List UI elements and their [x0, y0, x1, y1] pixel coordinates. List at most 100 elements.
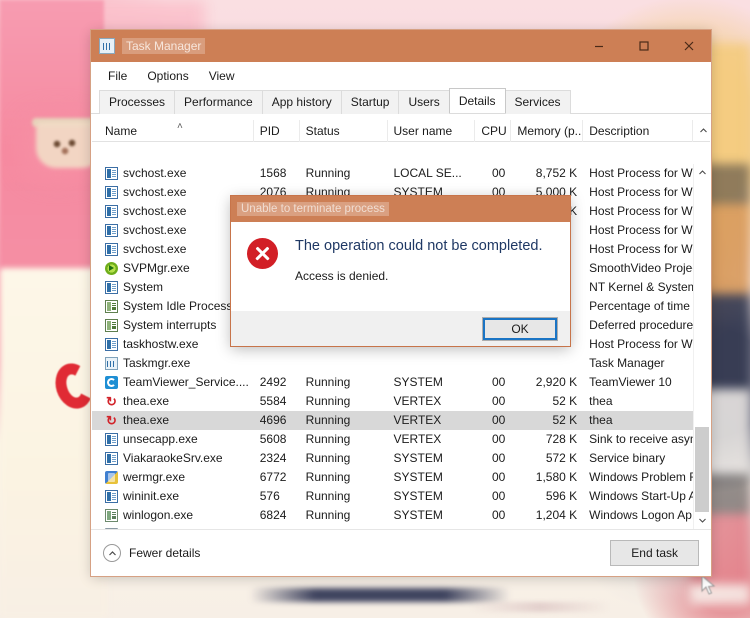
dialog-message: The operation could not be completed.: [295, 238, 543, 254]
table-row[interactable]: svchost.exe 1568 Running LOCAL SE... 00 8,752…: [92, 164, 693, 183]
row-cpu-cell: 00: [491, 432, 506, 446]
menu-item-file[interactable]: File: [99, 66, 136, 86]
teamviewer-icon: [105, 376, 118, 389]
table-row[interactable]: ↻ thea.exe 5584 Running VERTEX 00 52 K thea: [92, 392, 693, 411]
scrollbar-track[interactable]: [694, 181, 710, 534]
maximize-button[interactable]: [621, 30, 666, 61]
row-memory-cell: 596 K: [545, 489, 578, 503]
column-header-status[interactable]: Status: [300, 119, 388, 142]
row-cpu-cell: 00: [491, 451, 506, 465]
row-memory-cell: 8,752 K: [535, 166, 578, 180]
row-cpu-cell: 00: [491, 470, 506, 484]
tab-performance[interactable]: Performance: [174, 90, 263, 114]
tab-processes[interactable]: Processes: [99, 90, 176, 114]
table-row[interactable]: ↻ thea.exe 4696 Running VERTEX 00 52 K thea: [92, 411, 693, 430]
column-header-name-label: Name: [105, 123, 138, 138]
row-memory-cell: 1,580 K: [535, 470, 578, 484]
thea-icon: ↻: [106, 413, 117, 428]
close-button[interactable]: [666, 30, 711, 61]
taskmanager-icon: [99, 38, 115, 54]
row-name-label: Taskmgr.exe: [123, 356, 191, 370]
row-status-cell: Running: [305, 489, 351, 503]
header-scroll-spacer: [693, 120, 710, 142]
tab-details[interactable]: Details: [448, 88, 506, 113]
row-pid-cell: 2492: [259, 375, 287, 389]
dialog-footer: OK: [231, 311, 570, 346]
row-description-cell: Service binary: [589, 451, 666, 465]
tab-strip: Processes Performance App history Startu…: [91, 88, 711, 114]
table-row[interactable]: unsecapp.exe 5608 Running VERTEX 00 728 K Sink…: [92, 430, 693, 449]
svchost-icon: [105, 205, 118, 218]
tab-users[interactable]: Users: [398, 90, 450, 114]
scroll-up-button[interactable]: [694, 164, 711, 181]
table-row[interactable]: TeamViewer_Service.... 2492 Running SYSTEM 0…: [92, 373, 693, 392]
row-name-cell: ↻ thea.exe: [99, 392, 254, 411]
row-description-cell: Host Process for Wi...: [589, 185, 693, 199]
column-header-name[interactable]: Name ˄: [99, 119, 254, 142]
menu-item-options[interactable]: Options: [138, 66, 197, 86]
row-name-label: winlogon.exe: [123, 508, 194, 522]
table-row[interactable]: wermgr.exe 6772 Running SYSTEM 00 1,580 K Wind…: [92, 468, 693, 487]
svchost-icon: [105, 224, 118, 237]
tab-services[interactable]: Services: [504, 90, 571, 114]
svchost-icon: [105, 167, 118, 180]
row-status-cell: Running: [305, 375, 351, 389]
scroll-down-button[interactable]: [694, 512, 711, 529]
fewer-details-button[interactable]: Fewer details: [103, 544, 200, 562]
row-status-cell: Running: [305, 394, 351, 408]
row-name-label: System: [123, 280, 164, 294]
taskmgr-icon: [105, 357, 118, 370]
row-status-cell: Running: [305, 470, 351, 484]
minimize-button[interactable]: [576, 30, 621, 61]
column-header-user-name[interactable]: User name: [388, 119, 476, 142]
row-pid-cell: 4696: [259, 413, 287, 427]
tab-startup[interactable]: Startup: [340, 90, 400, 114]
row-name-label: unsecapp.exe: [123, 432, 198, 446]
fewer-details-label: Fewer details: [129, 546, 201, 560]
table-row[interactable]: ViakaraokeSrv.exe 2324 Running SYSTEM 00 572 …: [92, 449, 693, 468]
row-name-label: TeamViewer_Service....: [123, 375, 249, 389]
row-user-cell: SYSTEM: [393, 489, 443, 503]
column-header-memory[interactable]: Memory (p...: [511, 119, 584, 142]
tab-app-history[interactable]: App history: [261, 90, 342, 114]
table-row[interactable]: wininit.exe 576 Running SYSTEM 00 596 K Window…: [92, 487, 693, 506]
row-name-cell: wininit.exe: [99, 487, 254, 506]
dialog-titlebar[interactable]: Unable to terminate process: [231, 196, 570, 222]
row-cpu-cell: 00: [491, 375, 506, 389]
row-description-cell: Task Manager: [589, 356, 665, 370]
table-row[interactable]: Taskmgr.exe Task Manager: [92, 354, 693, 373]
window-titlebar[interactable]: Task Manager: [91, 30, 711, 62]
svp-icon: [105, 262, 118, 275]
row-cpu-cell: 00: [491, 413, 506, 427]
table-header: Name ˄ PID Status User name CPU Memory (…: [92, 119, 710, 142]
table-row[interactable]: winlogon.exe 6824 Running SYSTEM 00 1,204 K Wi…: [92, 506, 693, 525]
chevron-up-circle-icon: [103, 544, 121, 562]
svchost-icon: [105, 243, 118, 256]
column-header-pid[interactable]: PID: [254, 119, 300, 142]
row-cpu-cell: 00: [491, 394, 506, 408]
row-pid-cell: 1568: [259, 166, 287, 180]
row-pid-cell: 576: [259, 489, 280, 503]
row-description-cell: TeamViewer 10: [589, 375, 672, 389]
window-title: Task Manager: [122, 38, 206, 54]
row-name-label: svchost.exe: [123, 223, 187, 237]
row-user-cell: VERTEX: [393, 394, 442, 408]
row-user-cell: SYSTEM: [393, 375, 443, 389]
row-status-cell: Running: [305, 166, 351, 180]
wallpaper-shape-bottom-band-2: [470, 602, 610, 612]
vertical-scrollbar[interactable]: [693, 164, 711, 534]
column-header-description[interactable]: Description: [583, 119, 694, 142]
column-header-cpu[interactable]: CPU: [475, 119, 512, 142]
row-status-cell: Running: [305, 451, 351, 465]
row-name-label: svchost.exe: [123, 242, 187, 256]
menu-item-view[interactable]: View: [200, 66, 244, 86]
ok-button[interactable]: OK: [482, 316, 558, 341]
menu-bar: File Options View: [91, 62, 711, 89]
end-task-button[interactable]: End task: [610, 540, 699, 566]
row-user-cell: VERTEX: [393, 432, 442, 446]
row-name-label: SVPMgr.exe: [123, 261, 190, 275]
system-green-icon: [105, 300, 118, 313]
row-description-cell: Deferred procedure ...: [589, 318, 693, 332]
row-description-cell: thea: [589, 413, 613, 427]
row-status-cell: Running: [305, 413, 351, 427]
